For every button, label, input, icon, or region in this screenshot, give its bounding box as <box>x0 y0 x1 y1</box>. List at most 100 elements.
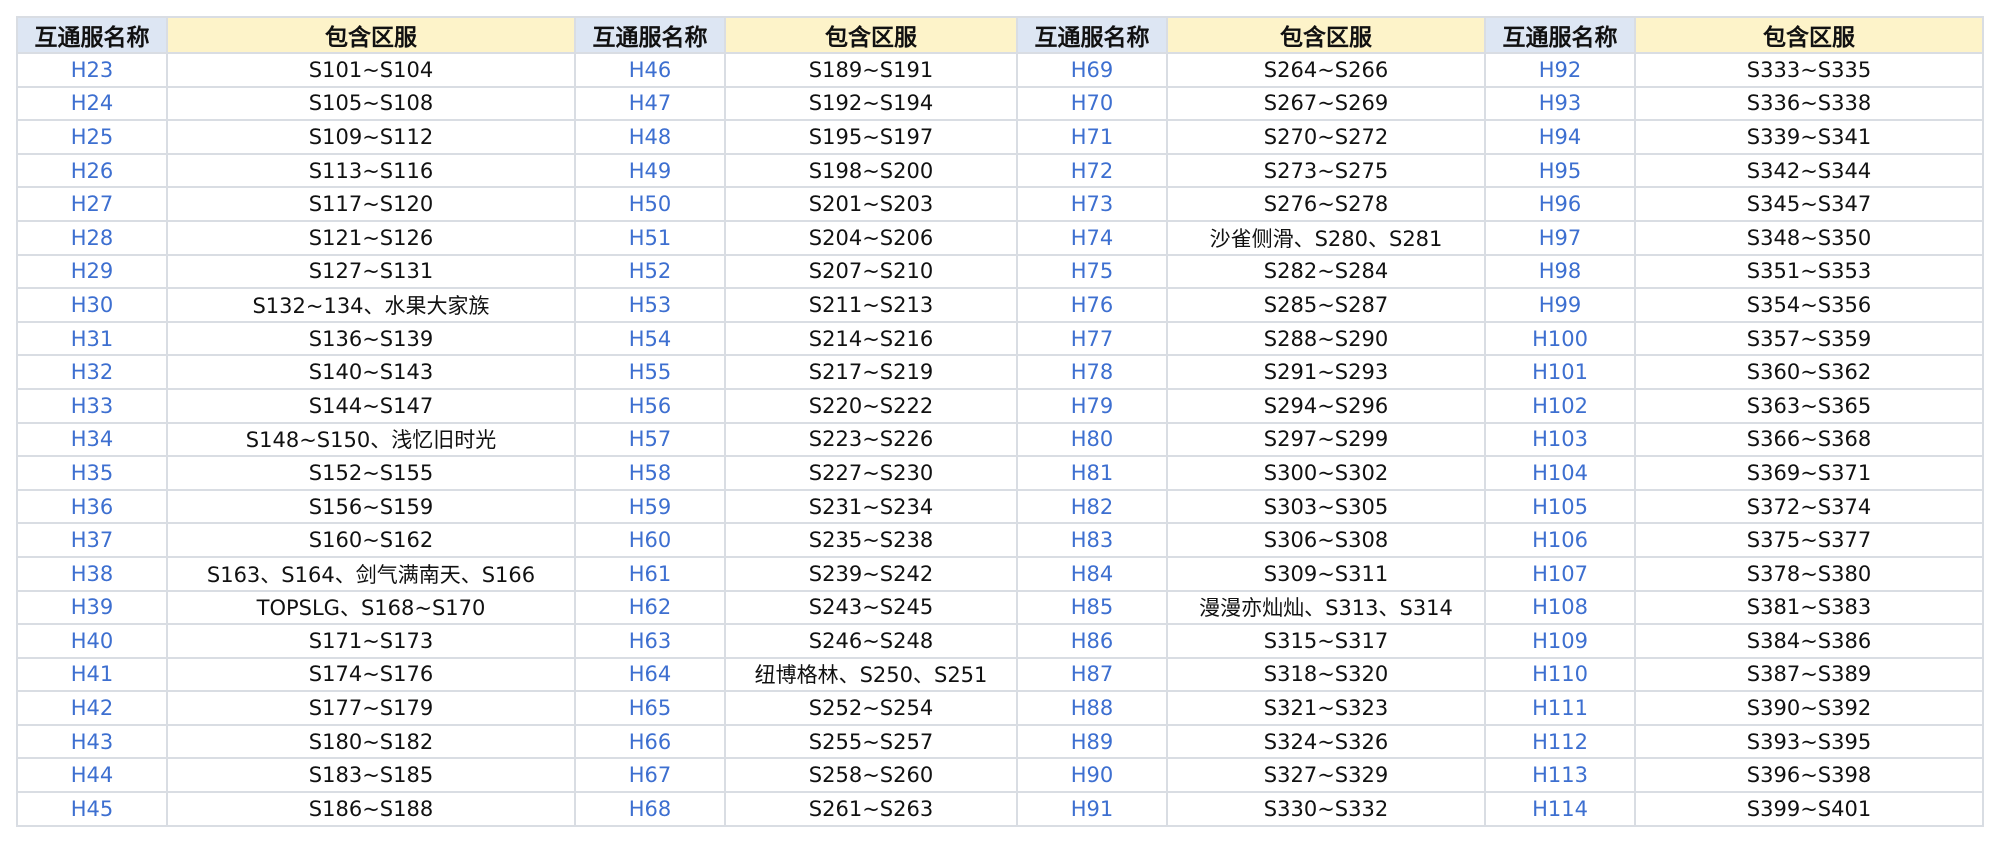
included-servers-cell: S384~S386 <box>1634 623 1984 659</box>
server-name-cell: H33 <box>16 387 168 424</box>
table-row: H35 S152~S155 H58 S227~S230 H81 S300~S302 H104… <box>16 455 1984 491</box>
included-servers-cell: S183~S185 <box>166 757 576 794</box>
included-servers-cell: S390~S392 <box>1634 690 1984 726</box>
included-servers-cell: S177~S179 <box>166 690 576 726</box>
table-row: H29 S127~S131 H52 S207~S210 H75 S282~S284 H98 S… <box>16 253 1984 290</box>
server-name-cell: H23 <box>16 52 168 88</box>
server-name-cell: H68 <box>574 791 726 827</box>
table-row: H24 S105~S108 H47 S192~S194 H70 S267~S269 H93 S… <box>16 85 1984 122</box>
server-name-cell: H103 <box>1484 421 1636 458</box>
included-servers-cell: S121~S126 <box>166 219 576 256</box>
included-servers-cell: S231~S234 <box>724 488 1018 525</box>
table-row: H33 S144~S147 H56 S220~S222 H79 S294~S296 H102… <box>16 387 1984 424</box>
header-included-servers-3: 包含区服 <box>1166 16 1486 54</box>
server-name-cell: H54 <box>574 320 726 357</box>
included-servers-cell: S258~S260 <box>724 757 1018 794</box>
header-server-name-4: 互通服名称 <box>1484 16 1636 54</box>
server-name-cell: H62 <box>574 589 726 626</box>
included-servers-cell: S113~S116 <box>166 152 576 189</box>
server-name-cell: H26 <box>16 152 168 189</box>
server-name-cell: H81 <box>1016 455 1168 491</box>
included-servers-cell: S160~S162 <box>166 522 576 558</box>
included-servers-cell: S375~S377 <box>1634 522 1984 558</box>
table-row: H41 S174~S176 H64 纽博格林、S250、S251 H87 S318~S32… <box>16 656 1984 693</box>
included-servers-cell: 沙雀侧滑、S280、S281 <box>1166 219 1486 256</box>
server-name-cell: H107 <box>1484 555 1636 592</box>
included-servers-cell: S174~S176 <box>166 656 576 693</box>
included-servers-cell: S396~S398 <box>1634 757 1984 794</box>
server-name-cell: H73 <box>1016 186 1168 222</box>
included-servers-cell: TOPSLG、S168~S170 <box>166 589 576 626</box>
included-servers-cell: S132~134、水果大家族 <box>166 287 576 323</box>
included-servers-cell: S214~S216 <box>724 320 1018 357</box>
server-name-cell: H75 <box>1016 253 1168 290</box>
server-name-cell: H52 <box>574 253 726 290</box>
server-name-cell: H85 <box>1016 589 1168 626</box>
included-servers-cell: S180~S182 <box>166 723 576 760</box>
server-merge-table: 互通服名称 包含区服 互通服名称 包含区服 互通服名称 包含区服 互通服名称 包… <box>16 16 1984 827</box>
server-name-cell: H113 <box>1484 757 1636 794</box>
server-name-cell: H47 <box>574 85 726 122</box>
server-name-cell: H48 <box>574 119 726 155</box>
server-name-cell: H56 <box>574 387 726 424</box>
server-name-cell: H65 <box>574 690 726 726</box>
header-server-name-2: 互通服名称 <box>574 16 726 54</box>
table-row: H37 S160~S162 H60 S235~S238 H83 S306~S308 H106… <box>16 522 1984 558</box>
included-servers-cell: S171~S173 <box>166 623 576 659</box>
included-servers-cell: 漫漫亦灿灿、S313、S314 <box>1166 589 1486 626</box>
server-name-cell: H79 <box>1016 387 1168 424</box>
included-servers-cell: S117~S120 <box>166 186 576 222</box>
included-servers-cell: S239~S242 <box>724 555 1018 592</box>
included-servers-cell: S148~S150、浅忆旧时光 <box>166 421 576 458</box>
server-name-cell: H40 <box>16 623 168 659</box>
server-name-cell: H76 <box>1016 287 1168 323</box>
included-servers-cell: S246~S248 <box>724 623 1018 659</box>
included-servers-cell: S303~S305 <box>1166 488 1486 525</box>
included-servers-cell: S357~S359 <box>1634 320 1984 357</box>
included-servers-cell: S342~S344 <box>1634 152 1984 189</box>
server-name-cell: H112 <box>1484 723 1636 760</box>
server-name-cell: H31 <box>16 320 168 357</box>
server-name-cell: H27 <box>16 186 168 222</box>
server-name-cell: H66 <box>574 723 726 760</box>
included-servers-cell: S198~S200 <box>724 152 1018 189</box>
server-name-cell: H89 <box>1016 723 1168 760</box>
included-servers-cell: S318~S320 <box>1166 656 1486 693</box>
included-servers-cell: S393~S395 <box>1634 723 1984 760</box>
server-name-cell: H78 <box>1016 354 1168 390</box>
included-servers-cell: S273~S275 <box>1166 152 1486 189</box>
included-servers-cell: S354~S356 <box>1634 287 1984 323</box>
table-row: H44 S183~S185 H67 S258~S260 H90 S327~S329 H113… <box>16 757 1984 794</box>
included-servers-cell: S285~S287 <box>1166 287 1486 323</box>
included-servers-cell: S348~S350 <box>1634 219 1984 256</box>
server-name-cell: H41 <box>16 656 168 693</box>
included-servers-cell: S399~S401 <box>1634 791 1984 827</box>
included-servers-cell: S152~S155 <box>166 455 576 491</box>
server-name-cell: H37 <box>16 522 168 558</box>
included-servers-cell: S207~S210 <box>724 253 1018 290</box>
server-name-cell: H88 <box>1016 690 1168 726</box>
included-servers-cell: 纽博格林、S250、S251 <box>724 656 1018 693</box>
included-servers-cell: S291~S293 <box>1166 354 1486 390</box>
server-name-cell: H44 <box>16 757 168 794</box>
included-servers-cell: S282~S284 <box>1166 253 1486 290</box>
included-servers-cell: S366~S368 <box>1634 421 1984 458</box>
table-row: H25 S109~S112 H48 S195~S197 H71 S270~S272 H94 S… <box>16 119 1984 155</box>
included-servers-cell: S156~S159 <box>166 488 576 525</box>
included-servers-cell: S136~S139 <box>166 320 576 357</box>
server-name-cell: H42 <box>16 690 168 726</box>
header-server-name-3: 互通服名称 <box>1016 16 1168 54</box>
included-servers-cell: S186~S188 <box>166 791 576 827</box>
server-name-cell: H91 <box>1016 791 1168 827</box>
server-name-cell: H92 <box>1484 52 1636 88</box>
server-name-cell: H43 <box>16 723 168 760</box>
included-servers-cell: S378~S380 <box>1634 555 1984 592</box>
header-included-servers-4: 包含区服 <box>1634 16 1984 54</box>
included-servers-cell: S306~S308 <box>1166 522 1486 558</box>
server-name-cell: H32 <box>16 354 168 390</box>
server-name-cell: H53 <box>574 287 726 323</box>
server-name-cell: H72 <box>1016 152 1168 189</box>
included-servers-cell: S261~S263 <box>724 791 1018 827</box>
included-servers-cell: S387~S389 <box>1634 656 1984 693</box>
table-row: H36 S156~S159 H59 S231~S234 H82 S303~S305 H105… <box>16 488 1984 525</box>
